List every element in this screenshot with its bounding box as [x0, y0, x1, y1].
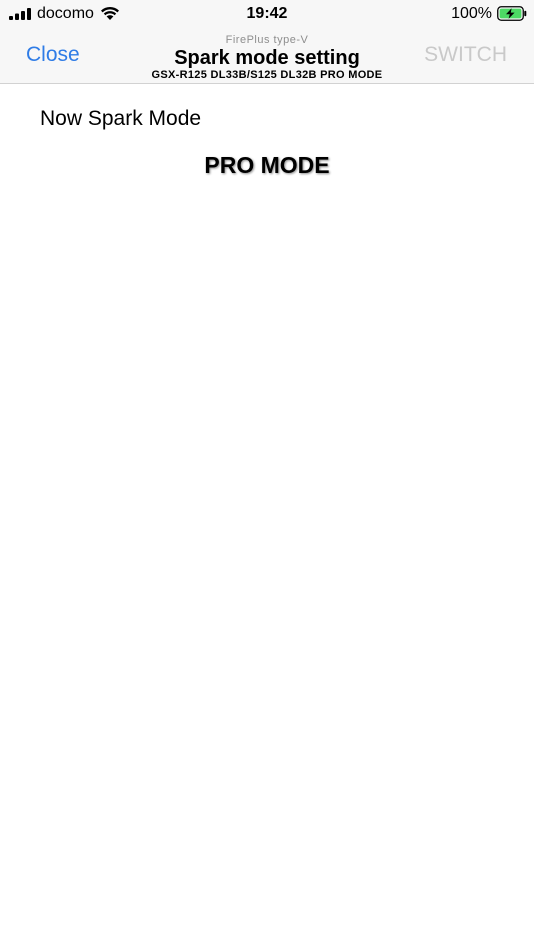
screen: docomo 19:42 100% Close FirePlus type-V …: [0, 0, 534, 950]
now-spark-mode-label: Now Spark Mode: [40, 107, 202, 130]
page-title: Spark mode setting: [174, 47, 360, 69]
battery-percent: 100%: [451, 5, 492, 22]
nav-title-block: FirePlus type-V Spark mode setting GSX-R…: [110, 34, 424, 82]
close-button[interactable]: Close: [26, 42, 80, 68]
nav-subtitle: GSX-R125 DL33B/S125 DL32B PRO MODE: [151, 69, 383, 81]
nav-supertitle: FirePlus type-V: [225, 34, 309, 46]
battery-charging-icon: [497, 6, 527, 21]
top-bar: docomo 19:42 100% Close FirePlus type-V …: [0, 0, 534, 84]
current-mode-value: PRO MODE: [204, 152, 330, 178]
switch-button[interactable]: SWITCH: [424, 42, 507, 68]
status-bar: docomo 19:42 100%: [0, 0, 534, 28]
